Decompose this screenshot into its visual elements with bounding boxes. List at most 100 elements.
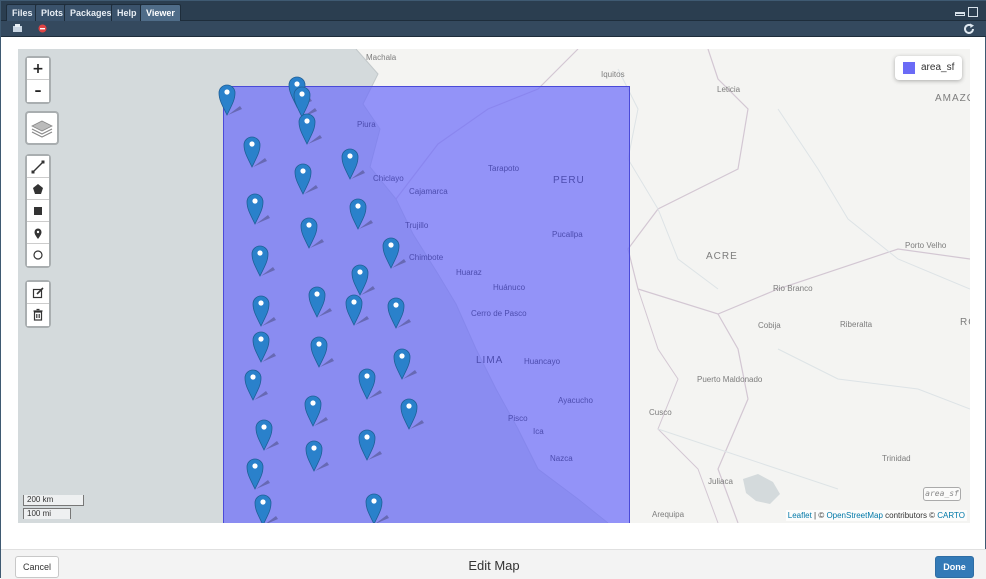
draw-polygon-button[interactable] [27,178,49,200]
circle-icon [33,250,43,260]
place-label: RO [960,317,970,328]
edit-icon [32,287,44,299]
tab-packages[interactable]: Packages [64,4,118,21]
maximize-icon[interactable] [968,7,978,17]
draw-marker-button[interactable] [27,222,49,244]
trash-icon [33,308,43,321]
carto-link[interactable]: CARTO [937,511,965,520]
map-marker[interactable] [254,489,280,523]
viewer-pane: Files Plots Packages Help Viewer Machala… [0,0,986,579]
place-label: Huánuco [493,283,526,292]
layers-icon [31,120,53,138]
draw-rectangle-button[interactable] [27,200,49,222]
map-marker[interactable] [244,364,270,404]
layer-id-tag: area_sf [923,487,961,501]
place-label: PERU [553,175,585,186]
map-marker[interactable] [243,131,269,171]
edit-layers-button[interactable] [27,282,49,304]
layers-control [25,111,59,145]
place-label: Huaraz [456,268,482,277]
map-marker[interactable] [400,393,426,433]
map-marker[interactable] [341,143,367,183]
map-marker[interactable] [298,108,324,148]
map-marker[interactable] [305,435,331,475]
delete-layers-button[interactable] [27,304,49,326]
tab-viewer[interactable]: Viewer [140,4,181,21]
attrib-contrib: contributors © [882,511,938,520]
place-label: ACRE [706,251,738,262]
window-controls [955,7,981,19]
place-label: Cerro de Pasco [471,309,527,318]
map-marker[interactable] [308,281,334,321]
place-label: Juliaca [708,477,733,486]
place-label: Porto Velho [905,241,947,250]
cancel-button[interactable]: Cancel [15,556,59,578]
tab-help[interactable]: Help [111,4,143,21]
export-icon[interactable] [12,24,23,33]
tab-files[interactable]: Files [6,4,39,21]
gadget-bottom-bar: Edit Map Cancel Done [1,549,986,579]
place-label: Chimbote [409,253,444,262]
draw-polyline-button[interactable] [27,156,49,178]
draw-toolbar [25,154,51,268]
map-marker[interactable] [382,232,408,272]
osm-link[interactable]: OpenStreetMap [826,511,882,520]
map-marker[interactable] [365,488,391,523]
map-marker[interactable] [300,212,326,252]
edit-toolbar [25,280,51,328]
place-label: Tarapoto [488,164,520,173]
place-label: Pisco [508,414,528,423]
refresh-icon[interactable] [963,23,975,35]
legend-label: area_sf [921,62,955,73]
dialog-title: Edit Map [468,558,520,573]
scale-km: 200 km [23,495,84,506]
place-label: Cobija [758,321,781,330]
layers-button[interactable] [27,113,57,143]
viewer-toolbar [1,21,986,37]
place-label: Ayacucho [558,396,593,405]
done-button[interactable]: Done [935,556,974,578]
map-attribution: Leaflet | © OpenStreetMap contributors ©… [785,510,967,521]
place-label: Nazca [550,454,573,463]
zoom-out-button[interactable]: – [27,80,49,102]
map-marker[interactable] [252,290,278,330]
place-label: Rio Branco [773,284,813,293]
map-marker[interactable] [294,158,320,198]
zoom-in-button[interactable]: + [27,58,49,80]
place-label: Puerto Maldonado [697,375,763,384]
map-marker[interactable] [358,424,384,464]
draw-circle-button[interactable] [27,244,49,266]
zoom-control: + – [25,56,51,104]
place-label: Cajamarca [409,187,448,196]
map-marker[interactable] [387,292,413,332]
place-label: LIMA [476,355,504,366]
minimize-icon[interactable] [955,12,965,16]
map-marker[interactable] [255,414,281,454]
place-label: Arequipa [652,510,685,519]
place-label: Trujillo [405,221,429,230]
place-label: Leticia [717,85,741,94]
leaflet-map[interactable]: Machala Iquitos Leticia AMAZO ACRE Porto… [18,49,970,523]
leaflet-link[interactable]: Leaflet [788,511,812,520]
map-marker[interactable] [246,453,272,493]
map-marker[interactable] [218,79,244,119]
map-marker[interactable] [358,363,384,403]
polyline-icon [31,160,45,174]
stop-icon[interactable] [38,24,47,33]
place-label: Riberalta [840,320,873,329]
place-label: Cusco [649,408,672,417]
map-marker[interactable] [246,188,272,228]
map-marker[interactable] [393,343,419,383]
map-marker[interactable] [345,289,371,329]
place-label: Trinidad [882,454,911,463]
map-marker[interactable] [310,331,336,371]
rectangle-icon [34,207,42,215]
map-marker[interactable] [349,193,375,233]
map-marker[interactable] [252,326,278,366]
legend-swatch [903,62,915,74]
map-marker[interactable] [304,390,330,430]
map-legend: area_sf [895,56,962,80]
map-marker[interactable] [251,240,277,280]
scale-mi: 100 mi [23,508,71,519]
place-label: Piura [357,120,376,129]
